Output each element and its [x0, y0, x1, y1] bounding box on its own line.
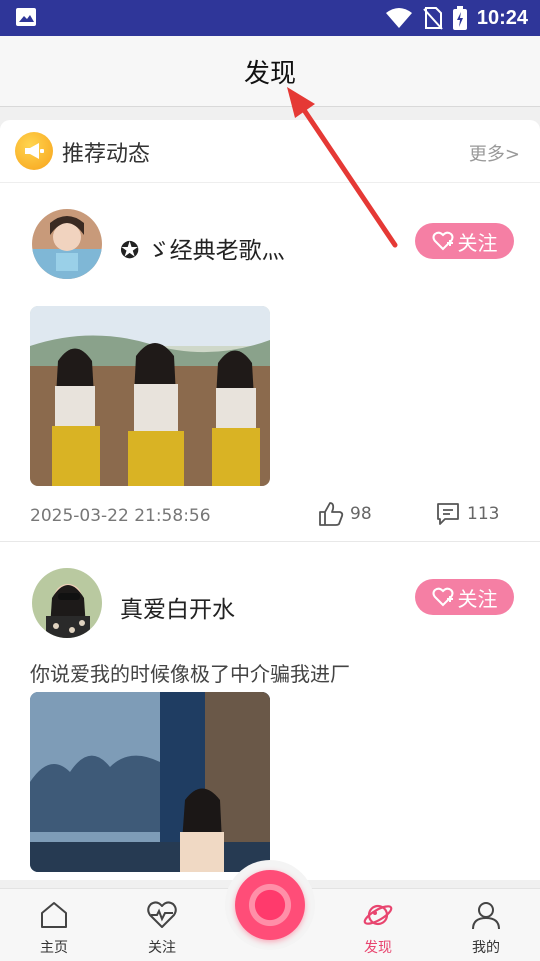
follow-label: 关注	[457, 586, 498, 611]
feed-card: 推荐动态 更多> ✪ ゞ经典老歌灬 关注 2025-03-22 21:58:56…	[0, 120, 540, 880]
comment-icon	[437, 503, 459, 525]
comment-count: 113	[467, 504, 500, 524]
username[interactable]: 真爱白开水	[120, 590, 235, 624]
megaphone-icon	[15, 132, 53, 170]
center-button-wrap	[225, 860, 315, 950]
heart-pulse-icon	[147, 901, 177, 928]
follow-label: 关注	[457, 230, 498, 255]
no-sim-icon	[423, 7, 443, 30]
section-header: 推荐动态 更多>	[0, 120, 540, 183]
follow-button[interactable]: 关注	[415, 223, 514, 259]
thumbs-up-icon	[319, 502, 344, 526]
more-link[interactable]: 更多>	[469, 140, 520, 166]
post-image[interactable]	[30, 692, 270, 872]
comment-button[interactable]: 113	[435, 501, 499, 527]
avatar[interactable]	[32, 568, 102, 638]
tab-me[interactable]: 我的	[432, 889, 540, 961]
heart-plus-icon	[432, 587, 453, 607]
like-count: 98	[350, 504, 372, 524]
clock: 10:24	[476, 6, 528, 29]
section-title: 推荐动态	[62, 142, 151, 167]
post-caption: 你说爱我的时候像极了中介骗我进厂	[30, 662, 350, 686]
follow-button[interactable]: 关注	[415, 579, 514, 615]
username[interactable]: ✪ ゞ经典老歌灬	[120, 231, 285, 265]
post-item[interactable]: 真爱白开水 关注 你说爱我的时候像极了中介骗我进厂	[0, 542, 540, 880]
post-image[interactable]	[30, 306, 270, 486]
home-icon	[41, 902, 67, 928]
timestamp: 2025-03-22 21:58:56	[30, 506, 211, 526]
wifi-icon	[385, 8, 412, 28]
person-icon	[472, 902, 500, 930]
like-button[interactable]: 98	[318, 501, 372, 527]
post-item[interactable]: ✪ ゞ经典老歌灬 关注 2025-03-22 21:58:56 98 113	[0, 183, 540, 542]
heart-plus-icon	[432, 231, 453, 251]
gallery-icon	[16, 8, 36, 26]
status-bar: 10:24	[0, 0, 540, 36]
tab-discover[interactable]: 发现	[324, 889, 432, 961]
tab-home[interactable]: 主页	[0, 889, 108, 961]
planet-icon	[363, 904, 393, 926]
post-meta: 2025-03-22 21:58:56 98 113	[30, 501, 510, 531]
avatar[interactable]	[32, 209, 102, 279]
camera-record-icon[interactable]	[235, 870, 305, 940]
tab-follow[interactable]: 关注	[108, 889, 216, 961]
page-title: 发现	[243, 58, 296, 89]
title-bar: 发现	[0, 36, 540, 107]
battery-charging-icon	[452, 6, 467, 30]
